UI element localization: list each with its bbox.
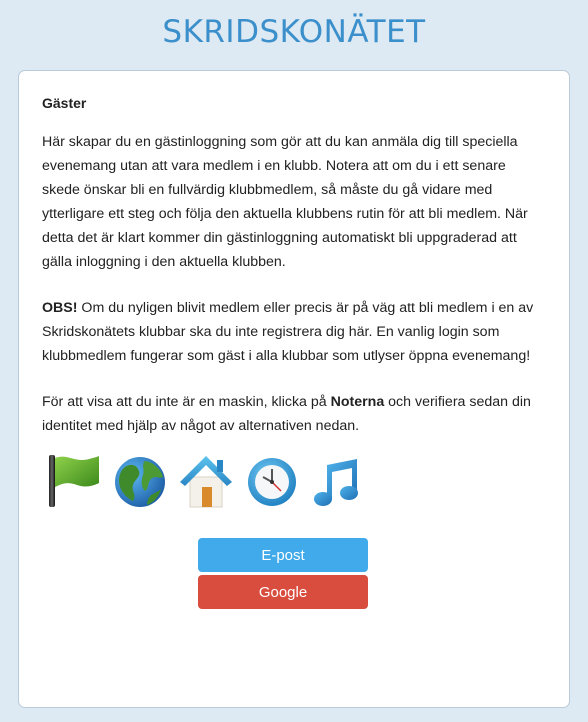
house-icon[interactable]: [177, 451, 235, 509]
obs-label: OBS!: [42, 300, 78, 316]
login-buttons: E-post Google: [198, 538, 368, 612]
captcha-pre: För att visa att du inte är en maskin, k…: [42, 394, 331, 410]
captcha-instruction: För att visa att du inte är en maskin, k…: [42, 390, 547, 438]
email-button[interactable]: E-post: [198, 538, 368, 572]
obs-body: Om du nyligen blivit medlem eller precis…: [42, 300, 534, 364]
google-button[interactable]: Google: [198, 575, 368, 609]
intro-text: Här skapar du en gästinloggning som gör …: [42, 134, 528, 270]
guest-card: Gäster Här skapar du en gästinloggning s…: [18, 70, 570, 708]
site-logo: SKRIDSKONÄTET: [162, 14, 426, 50]
captcha-icons: [45, 451, 547, 509]
flag-icon[interactable]: [45, 451, 103, 509]
globe-icon[interactable]: [111, 451, 169, 509]
captcha-target: Noterna: [330, 394, 385, 410]
music-notes-icon[interactable]: [309, 451, 367, 509]
obs-text: OBS! Om du nyligen blivit medlem eller p…: [42, 296, 547, 368]
page-title: Gäster: [42, 95, 87, 111]
clock-icon[interactable]: [243, 451, 301, 509]
